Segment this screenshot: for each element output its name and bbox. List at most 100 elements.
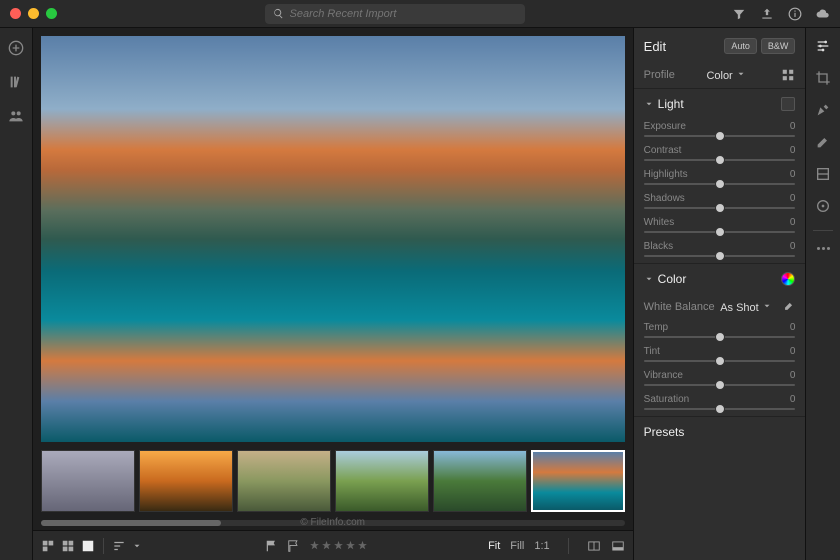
slider-knob[interactable] [715, 356, 725, 366]
slider-track[interactable] [644, 183, 796, 185]
slider-label: Shadows [644, 193, 685, 204]
light-slider-row: Contrast 0 [634, 143, 806, 167]
auto-button[interactable]: Auto [724, 38, 757, 54]
slider-knob[interactable] [715, 332, 725, 342]
slider-track[interactable] [644, 408, 796, 410]
bw-button[interactable]: B&W [761, 38, 796, 54]
minimize-window-icon[interactable] [28, 8, 39, 19]
slider-label: Blacks [644, 241, 673, 252]
star-icon[interactable] [345, 540, 356, 551]
slider-value: 0 [790, 145, 796, 156]
zoom-fit[interactable]: Fit [488, 540, 500, 552]
thumbnail[interactable] [237, 450, 331, 512]
eyedropper-icon[interactable] [781, 300, 795, 314]
star-icon[interactable] [333, 540, 344, 551]
search-input[interactable] [290, 8, 517, 20]
scrollbar-thumb[interactable] [41, 520, 221, 526]
thumbnail[interactable] [139, 450, 233, 512]
info-icon[interactable] [788, 7, 802, 21]
watermark: © FileInfo.com [300, 517, 365, 528]
thumbnail[interactable] [41, 450, 135, 512]
separator [813, 230, 833, 231]
flag-pick-icon[interactable] [265, 539, 279, 553]
original-toggle-icon[interactable] [587, 539, 601, 553]
star-icon[interactable] [321, 540, 332, 551]
radial-gradient-icon[interactable] [815, 198, 831, 214]
window-controls[interactable] [10, 8, 57, 19]
sort-icon[interactable] [112, 539, 126, 553]
slider-knob[interactable] [715, 251, 725, 261]
thumbnail[interactable] [335, 450, 429, 512]
thumbnail[interactable] [433, 450, 527, 512]
slider-knob[interactable] [715, 131, 725, 141]
close-window-icon[interactable] [10, 8, 21, 19]
slider-label: Exposure [644, 121, 686, 132]
slider-track[interactable] [644, 336, 796, 338]
light-section-header[interactable]: Light [634, 88, 806, 119]
healing-brush-icon[interactable] [815, 102, 831, 118]
slider-track[interactable] [644, 231, 796, 233]
crop-icon[interactable] [815, 70, 831, 86]
slider-knob[interactable] [715, 227, 725, 237]
light-slider-row: Whites 0 [634, 215, 806, 239]
add-photo-icon[interactable] [8, 40, 24, 56]
slider-track[interactable] [644, 384, 796, 386]
slider-value: 0 [790, 169, 796, 180]
search-box[interactable] [265, 4, 525, 24]
view-squaregrid-icon[interactable] [61, 539, 75, 553]
slider-value: 0 [790, 193, 796, 204]
color-slider-row: Vibrance 0 [634, 368, 806, 392]
slider-track[interactable] [644, 135, 796, 137]
cloud-icon[interactable] [816, 7, 830, 21]
filmstrip-toggle-icon[interactable] [611, 539, 625, 553]
profile-browser-icon[interactable] [781, 68, 795, 82]
slider-knob[interactable] [715, 179, 725, 189]
color-section-header[interactable]: Color [634, 263, 806, 294]
slider-track[interactable] [644, 159, 796, 161]
presets-section-header[interactable]: Presets [634, 416, 806, 447]
tone-curve-icon[interactable] [781, 97, 795, 111]
edit-panel-title: Edit [644, 39, 666, 54]
zoom-ratio[interactable]: 1:1 [534, 540, 549, 552]
separator [103, 538, 104, 554]
slider-value: 0 [790, 217, 796, 228]
chevron-down-icon [762, 301, 772, 311]
slider-knob[interactable] [715, 203, 725, 213]
profile-dropdown[interactable]: Color [706, 69, 749, 82]
edit-sliders-icon[interactable] [815, 38, 831, 54]
zoom-fill[interactable]: Fill [510, 540, 524, 552]
slider-track[interactable] [644, 255, 796, 257]
slider-track[interactable] [644, 207, 796, 209]
slider-knob[interactable] [715, 380, 725, 390]
slider-value: 0 [790, 322, 796, 333]
more-icon[interactable] [817, 247, 830, 250]
view-detail-icon[interactable] [81, 539, 95, 553]
light-slider-row: Exposure 0 [634, 119, 806, 143]
light-slider-row: Blacks 0 [634, 239, 806, 263]
color-mixer-icon[interactable] [781, 272, 795, 286]
share-icon[interactable] [760, 7, 774, 21]
slider-knob[interactable] [715, 404, 725, 414]
star-icon[interactable] [357, 540, 368, 551]
slider-track[interactable] [644, 360, 796, 362]
slider-label: Contrast [644, 145, 682, 156]
filmstrip [33, 442, 633, 520]
people-icon[interactable] [8, 108, 24, 124]
slider-value: 0 [790, 241, 796, 252]
rating-stars[interactable] [309, 540, 368, 551]
thumbnail-selected[interactable] [531, 450, 625, 512]
linear-gradient-icon[interactable] [815, 166, 831, 182]
library-icon[interactable] [8, 74, 24, 90]
photo-canvas[interactable] [33, 28, 633, 442]
white-balance-dropdown[interactable]: As Shot [720, 301, 776, 314]
profile-label: Profile [644, 69, 675, 81]
filter-icon[interactable] [732, 7, 746, 21]
chevron-down-icon [736, 69, 746, 79]
star-icon[interactable] [309, 540, 320, 551]
flag-reject-icon[interactable] [287, 539, 301, 553]
chevron-down-icon[interactable] [132, 541, 142, 551]
slider-knob[interactable] [715, 155, 725, 165]
maximize-window-icon[interactable] [46, 8, 57, 19]
view-photogrid-icon[interactable] [41, 539, 55, 553]
brush-icon[interactable] [815, 134, 831, 150]
